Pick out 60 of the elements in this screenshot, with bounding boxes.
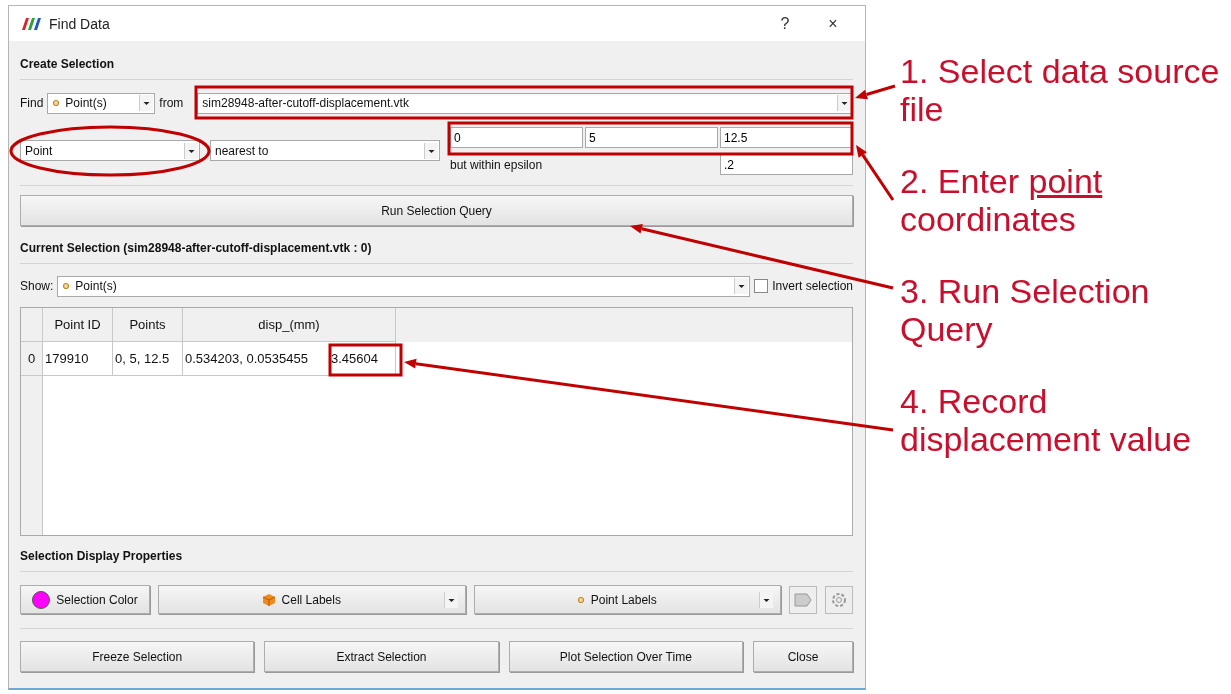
window-title: Find Data [49, 15, 111, 32]
field-label: Show: [20, 279, 54, 293]
field-label: Find [20, 96, 44, 110]
column-header[interactable]: disp_(mm) [183, 308, 396, 342]
coordinate-field[interactable]: 5 [585, 127, 718, 148]
checkbox-label: Invert selection [772, 279, 853, 293]
run-query-button[interactable]: Run Selection Query [20, 195, 853, 226]
table-cell: 179910 [43, 342, 113, 376]
header-corner [21, 308, 43, 342]
tag-icon [794, 591, 812, 608]
settings-button[interactable] [825, 585, 853, 614]
arrow [856, 145, 895, 201]
caret-icon [443, 591, 458, 608]
caret-icon [139, 95, 154, 111]
help-button[interactable]: ? [765, 14, 805, 33]
element-type-dropdown[interactable]: Point(s) [47, 92, 156, 114]
operator-dropdown[interactable]: nearest to [210, 140, 440, 161]
column-header[interactable]: Point ID [43, 308, 113, 342]
point-icon [62, 282, 71, 290]
invert-checkbox[interactable] [754, 279, 769, 293]
query-type-dropdown[interactable]: Point [20, 140, 200, 161]
row-index: 0 [21, 342, 43, 376]
point-icon [576, 595, 585, 604]
caret-icon [734, 278, 749, 294]
point-icon [52, 99, 61, 107]
section-heading: Create Selection [20, 41, 853, 80]
annotation-text: 1. Select data source file [900, 52, 1221, 128]
cell-labels-dropdown[interactable]: Cell Labels [158, 585, 466, 614]
dialog-button[interactable]: Close [753, 641, 853, 672]
field-label: but within epsilon [450, 157, 544, 172]
caret-icon [184, 142, 198, 159]
coordinate-field[interactable]: 0 [450, 127, 583, 148]
caret-icon [424, 142, 438, 159]
table-cell: 3.45604 [329, 342, 396, 376]
dialog-button[interactable]: Freeze Selection [20, 641, 255, 672]
dialog-button[interactable]: Extract Selection [264, 641, 499, 672]
coordinate-field[interactable]: 12.5 [720, 127, 853, 148]
point-labels-dropdown[interactable]: Point Labels [473, 585, 781, 614]
field-label: from [159, 96, 184, 110]
annotation-text: 3. Run Selection Query [900, 272, 1151, 348]
arrow [855, 84, 896, 100]
caret-icon [759, 591, 773, 608]
selection-color-button[interactable]: Selection Color [20, 585, 150, 614]
logo-icon [19, 16, 41, 31]
caret-icon [837, 95, 851, 111]
settings-icon [830, 590, 848, 609]
table-cell: 0.534203, 0.0535455 [183, 342, 329, 376]
epsilon-field[interactable]: .2 [720, 154, 853, 175]
column-header[interactable]: Points [113, 308, 183, 342]
show-dropdown[interactable]: Point(s) [57, 275, 751, 297]
dialog-button[interactable]: Plot Selection Over Time [508, 641, 743, 672]
section-heading: Current Selection (sim28948-after-cutoff-displacement.vtk : 0) [20, 226, 853, 264]
table-cell: 0, 5, 12.5 [113, 342, 183, 376]
section-heading: Selection Display Properties [20, 536, 853, 572]
cube-icon [261, 592, 276, 607]
source-dropdown[interactable]: sim28948-after-cutoff-displacement.vtk [197, 92, 853, 114]
close-button[interactable]: × [813, 14, 853, 33]
annotation-text: 2. Enter point coordinates [900, 162, 1104, 238]
annotation-text: 4. Record displacement value [900, 382, 1193, 458]
label-style-button[interactable] [789, 585, 817, 614]
